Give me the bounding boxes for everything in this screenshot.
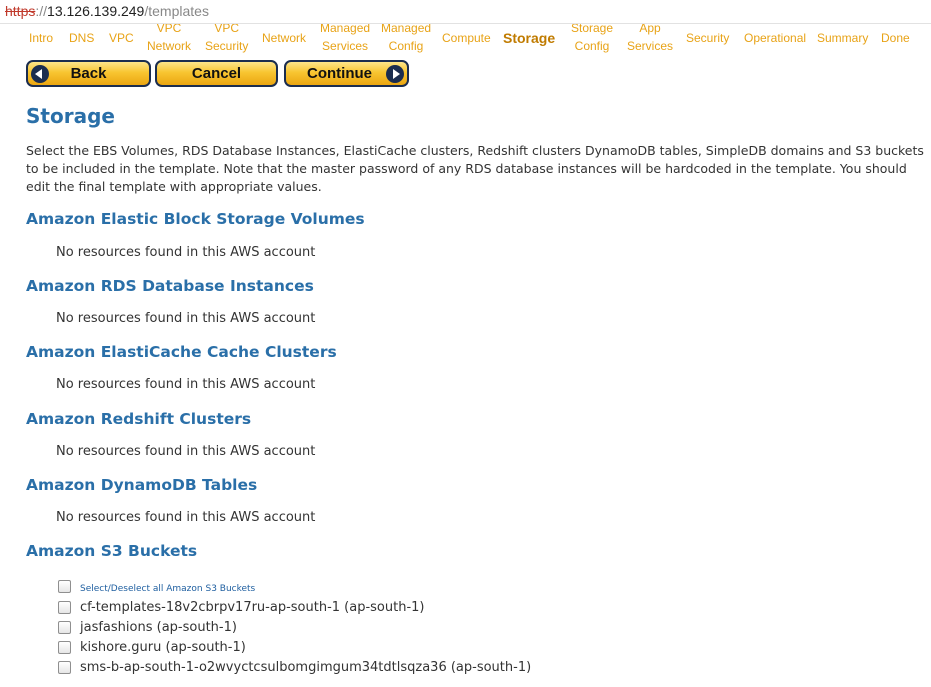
step-network[interactable]: Network: [262, 29, 306, 47]
s3-bucket-label: cf-templates-18v2cbrpv17ru-ap-south-1 (a…: [80, 600, 425, 615]
s3-bucket-row: jasfashions (ap-south-1): [58, 620, 237, 635]
select-all-s3-checkbox[interactable]: [58, 580, 71, 593]
section-empty-dynamodb: No resources found in this AWS account: [56, 510, 316, 525]
section-title-elasticache: Amazon ElastiCache Cache Clusters: [26, 343, 337, 361]
back-arrow-icon: [31, 65, 49, 83]
s3-bucket-checkbox[interactable]: [58, 621, 71, 634]
step-operational[interactable]: Operational: [744, 29, 806, 47]
section-empty-elasticache: No resources found in this AWS account: [56, 377, 316, 392]
s3-bucket-checkbox[interactable]: [58, 601, 71, 614]
section-empty-ebs: No resources found in this AWS account: [56, 245, 316, 260]
address-bar[interactable]: https://13.126.139.249/templates: [0, 0, 931, 24]
back-button-label: Back: [70, 65, 107, 82]
wizard-steps: Intro DNS VPC VPC Network VPC Security Net…: [0, 24, 931, 58]
continue-button-label: Continue: [307, 65, 372, 82]
step-done[interactable]: Done: [881, 29, 910, 47]
step-storage-config[interactable]: Storage Config: [571, 24, 613, 55]
section-title-rds: Amazon RDS Database Instances: [26, 277, 314, 295]
cancel-button[interactable]: Cancel: [155, 60, 278, 87]
section-empty-rds: No resources found in this AWS account: [56, 311, 316, 326]
back-button[interactable]: Back: [26, 60, 151, 87]
section-title-s3: Amazon S3 Buckets: [26, 542, 198, 560]
select-all-s3-row: Select/Deselect all Amazon S3 Buckets: [58, 579, 255, 594]
cancel-button-label: Cancel: [191, 65, 242, 82]
s3-bucket-checkbox[interactable]: [58, 661, 71, 674]
page-title: Storage: [26, 104, 115, 128]
section-title-ebs: Amazon Elastic Block Storage Volumes: [26, 210, 365, 228]
section-empty-redshift: No resources found in this AWS account: [56, 444, 316, 459]
step-vpc[interactable]: VPC: [109, 29, 134, 47]
s3-bucket-row: cf-templates-18v2cbrpv17ru-ap-south-1 (a…: [58, 600, 425, 615]
step-storage[interactable]: Storage: [503, 29, 555, 47]
s3-bucket-label: kishore.guru (ap-south-1): [80, 640, 246, 655]
continue-button[interactable]: Continue: [284, 60, 409, 87]
step-vpc-security[interactable]: VPC Security: [205, 24, 248, 55]
url-host: 13.126.139.249: [47, 3, 145, 19]
s3-bucket-label: jasfashions (ap-south-1): [80, 620, 237, 635]
s3-bucket-label: sms-b-ap-south-1-o2wvyctcsulbomgimgum34t…: [80, 660, 532, 675]
s3-bucket-row: sms-b-ap-south-1-o2wvyctcsulbomgimgum34t…: [58, 660, 531, 675]
url-path: /templates: [144, 3, 209, 19]
step-managed-config[interactable]: Managed Config: [381, 24, 431, 55]
section-title-dynamodb: Amazon DynamoDB Tables: [26, 476, 258, 494]
step-compute[interactable]: Compute: [442, 29, 491, 47]
step-dns[interactable]: DNS: [69, 29, 94, 47]
s3-bucket-checkbox[interactable]: [58, 641, 71, 654]
url-scheme: https: [5, 3, 36, 19]
url-separator: ://: [35, 3, 48, 19]
step-summary[interactable]: Summary: [817, 29, 868, 47]
url-text[interactable]: https://13.126.139.249/templates: [5, 3, 209, 19]
step-managed-services[interactable]: Managed Services: [320, 24, 370, 55]
select-all-s3-link[interactable]: Select/Deselect all Amazon S3 Buckets: [80, 584, 255, 594]
s3-bucket-row: kishore.guru (ap-south-1): [58, 640, 246, 655]
section-title-redshift: Amazon Redshift Clusters: [26, 410, 252, 428]
step-security[interactable]: Security: [686, 29, 729, 47]
page-intro: Select the EBS Volumes, RDS Database Ins…: [26, 143, 924, 194]
step-app-services[interactable]: App Services: [627, 24, 673, 55]
step-vpc-network[interactable]: VPC Network: [147, 24, 191, 55]
step-intro[interactable]: Intro: [29, 29, 53, 47]
continue-arrow-icon: [386, 65, 404, 83]
